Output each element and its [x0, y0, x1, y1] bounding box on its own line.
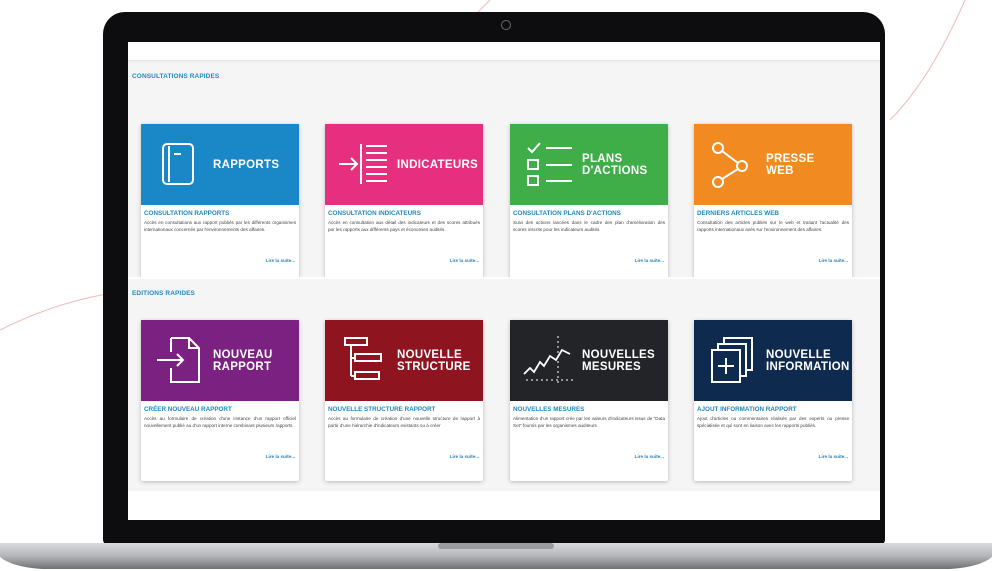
app-header	[128, 42, 880, 61]
read-more-link[interactable]: Lire la suite...	[450, 258, 479, 263]
card-banner: INDICATEURS	[325, 124, 483, 205]
card-plans-actions[interactable]: PLANS D'ACTIONS CONSULTATION PLANS D'ACTI…	[510, 124, 668, 285]
card-nouvelle-information[interactable]: NOUVELLE INFORMATION AJOUT INFORMATION RA…	[694, 320, 852, 481]
card-description: Accès en consultations aux rapport publi…	[144, 220, 296, 232]
card-banner: PRESSE WEB	[694, 124, 852, 205]
card-title: CONSULTATION PLANS D'ACTIONS	[513, 210, 621, 217]
banner-label: RAPPORTS	[213, 158, 280, 171]
app-footer	[128, 491, 880, 520]
card-title: DERNIERS ARTICLES WEB	[697, 210, 779, 217]
card-indicateurs[interactable]: INDICATEURS CONSULTATION INDICATEURS Acc…	[325, 124, 483, 285]
read-more-link[interactable]: Lire la suite...	[819, 454, 848, 459]
card-description: Accès au formulaire de création d'une in…	[144, 416, 296, 428]
card-banner: NOUVELLE STRUCTURE	[325, 320, 483, 401]
card-presse-web[interactable]: PRESSE WEB DERNIERS ARTICLES WEB Consulta…	[694, 124, 852, 285]
card-banner: PLANS D'ACTIONS	[510, 124, 668, 205]
card-nouvelles-mesures[interactable]: NOUVELLES MESURES NOUVELLES MESURES Alime…	[510, 320, 668, 481]
laptop-base	[0, 543, 992, 569]
document-icon	[162, 143, 194, 185]
card-banner: RAPPORTS	[141, 124, 299, 205]
file-import-icon	[157, 337, 200, 383]
card-description: Suivi des actions lancées dans le cadre …	[513, 220, 665, 232]
card-banner: NOUVELLES MESURES	[510, 320, 668, 401]
read-more-link[interactable]: Lire la suite...	[819, 258, 848, 263]
card-title: CONSULTATION RAPPORTS	[144, 210, 230, 217]
card-nouvelle-structure[interactable]: NOUVELLE STRUCTURE NOUVELLE STRUCTURE RAP…	[325, 320, 483, 481]
section-title-consultations: CONSULTATIONS RAPIDES	[132, 73, 220, 80]
card-description: Accès au formulaire de création d'une no…	[328, 416, 480, 428]
banner-label: PLANS D'ACTIONS	[582, 152, 648, 177]
card-rapports[interactable]: RAPPORTS CONSULTATION RAPPORTS Accès en …	[141, 124, 299, 285]
banner-label: NOUVELLE STRUCTURE	[397, 348, 471, 373]
stacked-add-icon	[711, 337, 753, 383]
card-title: NOUVELLE STRUCTURE RAPPORT	[328, 406, 436, 413]
share-icon	[712, 142, 748, 188]
card-title: CONSULTATION INDICATEURS	[328, 210, 421, 217]
card-description: Accès en consultation aux détail des ind…	[328, 220, 480, 232]
read-more-link[interactable]: Lire la suite...	[266, 454, 295, 459]
card-description: Alimentation d'un rapport crée par les v…	[513, 416, 665, 428]
banner-label: NOUVELLE INFORMATION	[766, 348, 850, 373]
editions-section: EDITIONS RAPIDES NOUVEAU RAPPORT CRÉER NO…	[128, 277, 880, 491]
banner-label: INDICATEURS	[397, 158, 479, 171]
checklist-icon	[527, 142, 572, 186]
list-arrow-icon	[339, 144, 387, 184]
banner-label: PRESSE WEB	[766, 152, 815, 177]
banner-label: NOUVELLES MESURES	[582, 348, 655, 373]
card-banner: NOUVEAU RAPPORT	[141, 320, 299, 401]
read-more-link[interactable]: Lire la suite...	[635, 258, 664, 263]
read-more-link[interactable]: Lire la suite...	[266, 258, 295, 263]
consultations-section: CONSULTATIONS RAPIDES RAPPORTS CONSULTAT…	[128, 64, 880, 296]
read-more-link[interactable]: Lire la suite...	[450, 454, 479, 459]
card-description: Consultation des articles publiés sur le…	[697, 220, 849, 232]
webcam-icon	[501, 20, 511, 30]
card-banner: NOUVELLE INFORMATION	[694, 320, 852, 401]
section-title-editions: EDITIONS RAPIDES	[132, 290, 195, 297]
card-title: AJOUT INFORMATION RAPPORT	[697, 406, 797, 413]
hierarchy-icon	[344, 337, 382, 380]
read-more-link[interactable]: Lire la suite...	[635, 454, 664, 459]
card-nouveau-rapport[interactable]: NOUVEAU RAPPORT CRÉER NOUVEAU RAPPORT Acc…	[141, 320, 299, 481]
card-title: NOUVELLES MESURES	[513, 406, 585, 413]
card-title: CRÉER NOUVEAU RAPPORT	[144, 406, 232, 413]
card-description: Ajout d'articles ou commentaires réalisé…	[697, 416, 849, 428]
banner-label: NOUVEAU RAPPORT	[213, 348, 273, 373]
trend-chart-icon	[523, 336, 574, 384]
laptop-screen: CONSULTATIONS RAPIDES RAPPORTS CONSULTAT…	[128, 42, 880, 520]
